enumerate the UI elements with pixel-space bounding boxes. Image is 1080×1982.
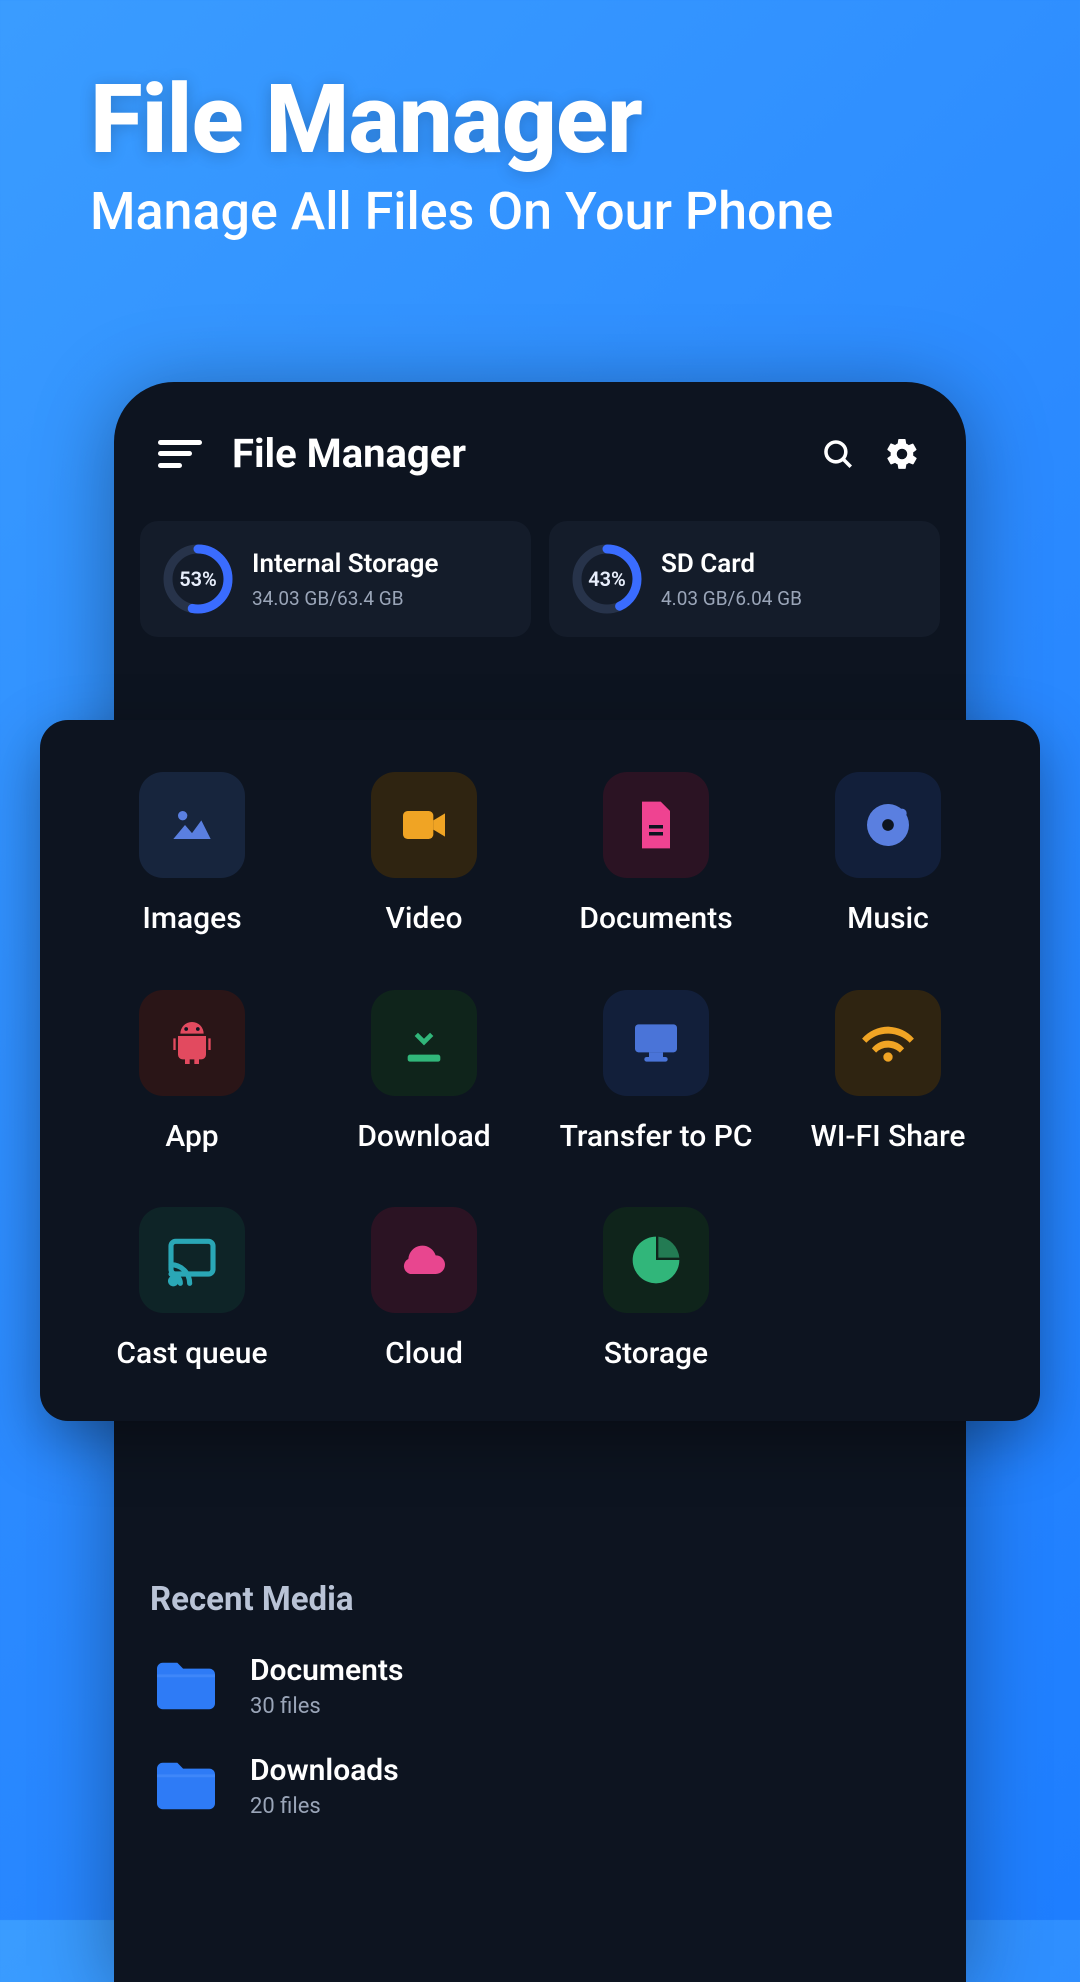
android-icon bbox=[139, 990, 245, 1096]
gear-icon[interactable] bbox=[882, 434, 922, 474]
folder-icon bbox=[150, 1657, 222, 1715]
tile-label: WI-FI Share bbox=[811, 1118, 966, 1156]
recent-count: 20 files bbox=[250, 1794, 399, 1819]
cast-icon bbox=[139, 1207, 245, 1313]
tile-label: Music bbox=[847, 900, 929, 938]
hero-subtitle: Manage All Files On Your Phone bbox=[90, 181, 990, 242]
video-icon bbox=[371, 772, 477, 878]
storage-percent-internal: 53% bbox=[162, 543, 234, 615]
pc-icon bbox=[603, 990, 709, 1096]
tile-image[interactable]: Images bbox=[76, 772, 308, 938]
tile-label: Storage bbox=[604, 1335, 708, 1373]
recent-item[interactable]: Documents 30 files bbox=[150, 1653, 930, 1719]
tile-label: Images bbox=[142, 900, 241, 938]
search-icon[interactable] bbox=[818, 434, 858, 474]
hero-banner: File Manager Manage All Files On Your Ph… bbox=[0, 0, 1080, 272]
tile-label: App bbox=[165, 1118, 218, 1156]
tile-music[interactable]: Music bbox=[772, 772, 1004, 938]
recent-name: Downloads bbox=[250, 1753, 399, 1788]
tile-cloud[interactable]: Cloud bbox=[308, 1207, 540, 1373]
tile-document[interactable]: Documents bbox=[540, 772, 772, 938]
music-icon bbox=[835, 772, 941, 878]
storage-ring-sd: 43% bbox=[571, 543, 643, 615]
recent-section: Recent Media Documents 30 files Downloads 2… bbox=[150, 1580, 930, 1853]
tile-download[interactable]: Download bbox=[308, 990, 540, 1156]
tile-label: Download bbox=[357, 1118, 490, 1156]
folder-icon bbox=[150, 1757, 222, 1815]
tile-label: Documents bbox=[579, 900, 732, 938]
tile-cast[interactable]: Cast queue bbox=[76, 1207, 308, 1373]
download-icon bbox=[371, 990, 477, 1096]
recent-title: Recent Media bbox=[150, 1580, 930, 1619]
document-icon bbox=[603, 772, 709, 878]
storage-name-sd: SD Card bbox=[661, 549, 802, 579]
tile-wifi[interactable]: WI-FI Share bbox=[772, 990, 1004, 1156]
storage-name-internal: Internal Storage bbox=[252, 549, 438, 579]
storage-row: 53% Internal Storage 34.03 GB/63.4 GB 43… bbox=[114, 507, 966, 663]
recent-count: 30 files bbox=[250, 1694, 403, 1719]
tile-label: Cloud bbox=[385, 1335, 463, 1373]
hero-title: File Manager bbox=[90, 70, 990, 171]
app-bar: File Manager bbox=[114, 382, 966, 507]
storage-ring-internal: 53% bbox=[162, 543, 234, 615]
menu-icon[interactable] bbox=[158, 440, 202, 468]
storage-percent-sd: 43% bbox=[571, 543, 643, 615]
tile-label: Transfer to PC bbox=[560, 1118, 753, 1156]
storage-icon bbox=[603, 1207, 709, 1313]
storage-sub-sd: 4.03 GB/6.04 GB bbox=[661, 587, 802, 610]
recent-item[interactable]: Downloads 20 files bbox=[150, 1753, 930, 1819]
storage-card-internal[interactable]: 53% Internal Storage 34.03 GB/63.4 GB bbox=[140, 521, 531, 637]
image-icon bbox=[139, 772, 245, 878]
tile-label: Video bbox=[385, 900, 462, 938]
tile-video[interactable]: Video bbox=[308, 772, 540, 938]
tile-storage[interactable]: Storage bbox=[540, 1207, 772, 1373]
app-title: File Manager bbox=[232, 430, 794, 477]
category-panel: Images Video Documents Music App Download Tran… bbox=[40, 720, 1040, 1421]
tile-label: Cast queue bbox=[116, 1335, 267, 1373]
tile-pc[interactable]: Transfer to PC bbox=[540, 990, 772, 1156]
category-grid: Images Video Documents Music App Download Tran… bbox=[76, 772, 1004, 1373]
cloud-icon bbox=[371, 1207, 477, 1313]
storage-sub-internal: 34.03 GB/63.4 GB bbox=[252, 587, 438, 610]
wifi-icon bbox=[835, 990, 941, 1096]
recent-name: Documents bbox=[250, 1653, 403, 1688]
storage-card-sd[interactable]: 43% SD Card 4.03 GB/6.04 GB bbox=[549, 521, 940, 637]
tile-android[interactable]: App bbox=[76, 990, 308, 1156]
